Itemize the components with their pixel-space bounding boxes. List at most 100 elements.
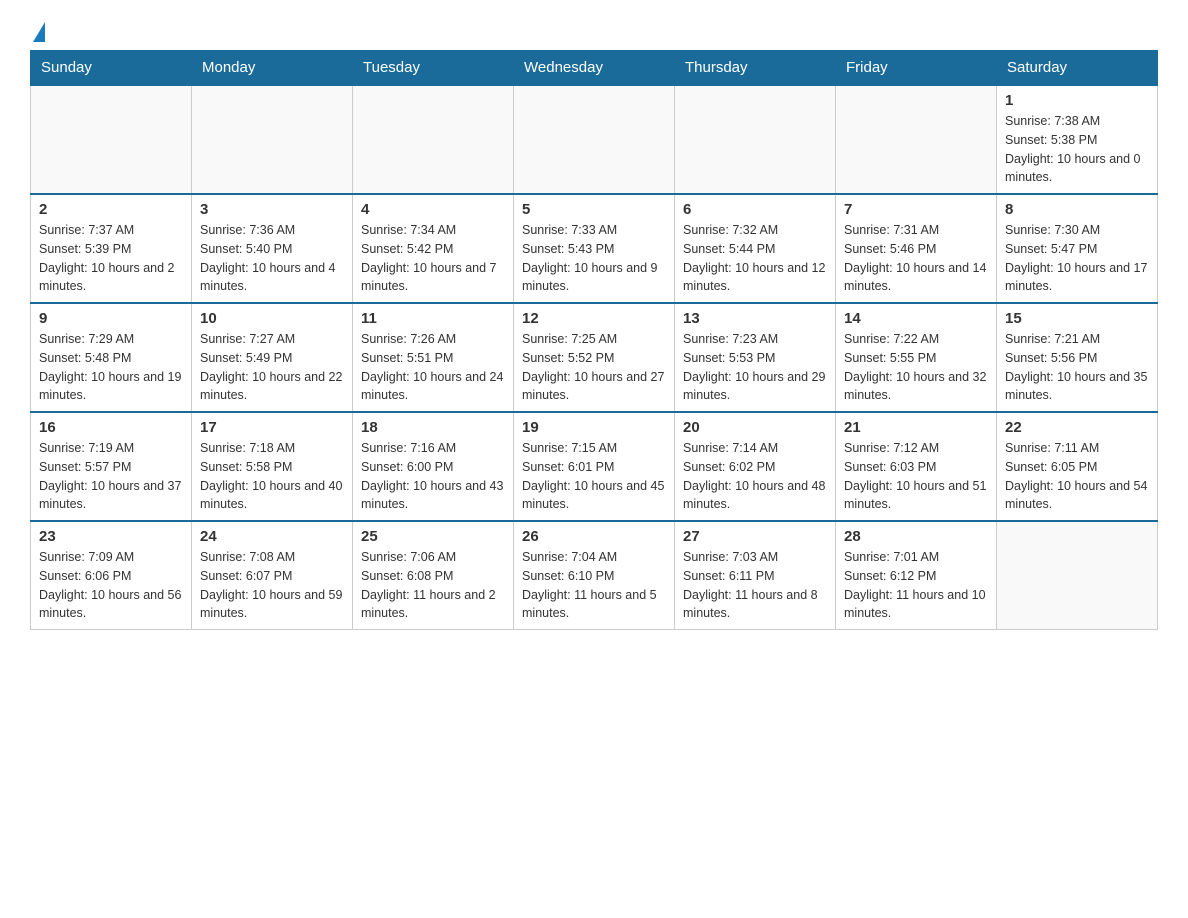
day-number: 18	[361, 419, 505, 436]
calendar-cell: 9 Sunrise: 7:29 AMSunset: 5:48 PMDaylight…	[31, 303, 192, 412]
day-info: Sunrise: 7:14 AMSunset: 6:02 PMDaylight:…	[683, 439, 827, 514]
day-number: 5	[522, 201, 666, 218]
calendar-cell: 1 Sunrise: 7:38 AMSunset: 5:38 PMDaylight…	[997, 85, 1158, 194]
day-info: Sunrise: 7:29 AMSunset: 5:48 PMDaylight:…	[39, 330, 183, 405]
day-info: Sunrise: 7:23 AMSunset: 5:53 PMDaylight:…	[683, 330, 827, 405]
calendar-cell: 12 Sunrise: 7:25 AMSunset: 5:52 PMDayligh…	[514, 303, 675, 412]
column-header-wednesday: Wednesday	[514, 51, 675, 86]
day-info: Sunrise: 7:27 AMSunset: 5:49 PMDaylight:…	[200, 330, 344, 405]
calendar-week-row: 23Sunrise: 7:09 AMSunset: 6:06 PMDayligh…	[31, 521, 1158, 630]
day-info: Sunrise: 7:34 AMSunset: 5:42 PMDaylight:…	[361, 221, 505, 296]
calendar-cell: 20 Sunrise: 7:14 AMSunset: 6:02 PMDayligh…	[675, 412, 836, 521]
day-info: Sunrise: 7:15 AMSunset: 6:01 PMDaylight:…	[522, 439, 666, 514]
column-header-tuesday: Tuesday	[353, 51, 514, 86]
calendar-cell: 3 Sunrise: 7:36 AMSunset: 5:40 PMDaylight…	[192, 194, 353, 303]
day-number: 13	[683, 310, 827, 327]
calendar-cell: 25 Sunrise: 7:06 AMSunset: 6:08 PMDayligh…	[353, 521, 514, 630]
calendar-cell: 17 Sunrise: 7:18 AMSunset: 5:58 PMDayligh…	[192, 412, 353, 521]
day-info: Sunrise: 7:30 AMSunset: 5:47 PMDaylight:…	[1005, 221, 1149, 296]
day-info: Sunrise: 7:21 AMSunset: 5:56 PMDaylight:…	[1005, 330, 1149, 405]
day-info: Sunrise: 7:33 AMSunset: 5:43 PMDaylight:…	[522, 221, 666, 296]
day-info: Sunrise: 7:06 AMSunset: 6:08 PMDaylight:…	[361, 548, 505, 623]
calendar-cell: 11 Sunrise: 7:26 AMSunset: 5:51 PMDayligh…	[353, 303, 514, 412]
day-number: 17	[200, 419, 344, 436]
day-number: 21	[844, 419, 988, 436]
day-info: Sunrise: 7:18 AMSunset: 5:58 PMDaylight:…	[200, 439, 344, 514]
day-number: 14	[844, 310, 988, 327]
day-number: 9	[39, 310, 183, 327]
day-number: 4	[361, 201, 505, 218]
day-number: 23	[39, 528, 183, 545]
day-info: Sunrise: 7:32 AMSunset: 5:44 PMDaylight:…	[683, 221, 827, 296]
day-info: Sunrise: 7:26 AMSunset: 5:51 PMDaylight:…	[361, 330, 505, 405]
day-number: 15	[1005, 310, 1149, 327]
day-info: Sunrise: 7:01 AMSunset: 6:12 PMDaylight:…	[844, 548, 988, 623]
calendar-cell: 18 Sunrise: 7:16 AMSunset: 6:00 PMDayligh…	[353, 412, 514, 521]
calendar-cell	[997, 521, 1158, 630]
calendar-cell: 27Sunrise: 7:03 AMSunset: 6:11 PMDayligh…	[675, 521, 836, 630]
day-info: Sunrise: 7:11 AMSunset: 6:05 PMDaylight:…	[1005, 439, 1149, 514]
calendar-cell: 6Sunrise: 7:32 AMSunset: 5:44 PMDaylight…	[675, 194, 836, 303]
calendar-cell	[353, 85, 514, 194]
page-header	[30, 20, 1158, 40]
calendar-cell	[514, 85, 675, 194]
calendar-cell: 21 Sunrise: 7:12 AMSunset: 6:03 PMDayligh…	[836, 412, 997, 521]
day-info: Sunrise: 7:19 AMSunset: 5:57 PMDaylight:…	[39, 439, 183, 514]
day-info: Sunrise: 7:03 AMSunset: 6:11 PMDaylight:…	[683, 548, 827, 623]
calendar-cell: 15 Sunrise: 7:21 AMSunset: 5:56 PMDayligh…	[997, 303, 1158, 412]
day-number: 3	[200, 201, 344, 218]
logo-triangle-icon	[33, 22, 45, 42]
calendar-cell	[31, 85, 192, 194]
day-info: Sunrise: 7:12 AMSunset: 6:03 PMDaylight:…	[844, 439, 988, 514]
calendar-cell: 24 Sunrise: 7:08 AMSunset: 6:07 PMDayligh…	[192, 521, 353, 630]
column-header-saturday: Saturday	[997, 51, 1158, 86]
calendar-cell: 2Sunrise: 7:37 AMSunset: 5:39 PMDaylight…	[31, 194, 192, 303]
calendar-cell: 16Sunrise: 7:19 AMSunset: 5:57 PMDayligh…	[31, 412, 192, 521]
day-info: Sunrise: 7:08 AMSunset: 6:07 PMDaylight:…	[200, 548, 344, 623]
calendar-cell: 8 Sunrise: 7:30 AMSunset: 5:47 PMDaylight…	[997, 194, 1158, 303]
calendar-week-row: 2Sunrise: 7:37 AMSunset: 5:39 PMDaylight…	[31, 194, 1158, 303]
logo	[30, 20, 45, 40]
calendar-cell: 4 Sunrise: 7:34 AMSunset: 5:42 PMDaylight…	[353, 194, 514, 303]
day-number: 11	[361, 310, 505, 327]
day-number: 8	[1005, 201, 1149, 218]
day-number: 24	[200, 528, 344, 545]
calendar-cell: 13 Sunrise: 7:23 AMSunset: 5:53 PMDayligh…	[675, 303, 836, 412]
calendar-table: SundayMondayTuesdayWednesdayThursdayFrid…	[30, 50, 1158, 630]
day-number: 19	[522, 419, 666, 436]
day-number: 26	[522, 528, 666, 545]
day-info: Sunrise: 7:38 AMSunset: 5:38 PMDaylight:…	[1005, 112, 1149, 187]
calendar-cell: 23Sunrise: 7:09 AMSunset: 6:06 PMDayligh…	[31, 521, 192, 630]
day-number: 20	[683, 419, 827, 436]
calendar-week-row: 1 Sunrise: 7:38 AMSunset: 5:38 PMDaylight…	[31, 85, 1158, 194]
day-info: Sunrise: 7:31 AMSunset: 5:46 PMDaylight:…	[844, 221, 988, 296]
day-number: 22	[1005, 419, 1149, 436]
calendar-cell	[675, 85, 836, 194]
calendar-cell: 28 Sunrise: 7:01 AMSunset: 6:12 PMDayligh…	[836, 521, 997, 630]
day-number: 10	[200, 310, 344, 327]
calendar-cell	[836, 85, 997, 194]
day-number: 7	[844, 201, 988, 218]
calendar-cell: 7 Sunrise: 7:31 AMSunset: 5:46 PMDaylight…	[836, 194, 997, 303]
day-number: 28	[844, 528, 988, 545]
day-number: 2	[39, 201, 183, 218]
column-header-monday: Monday	[192, 51, 353, 86]
day-info: Sunrise: 7:04 AMSunset: 6:10 PMDaylight:…	[522, 548, 666, 623]
column-header-sunday: Sunday	[31, 51, 192, 86]
calendar-cell: 10 Sunrise: 7:27 AMSunset: 5:49 PMDayligh…	[192, 303, 353, 412]
calendar-week-row: 16Sunrise: 7:19 AMSunset: 5:57 PMDayligh…	[31, 412, 1158, 521]
calendar-cell: 26 Sunrise: 7:04 AMSunset: 6:10 PMDayligh…	[514, 521, 675, 630]
calendar-cell: 22 Sunrise: 7:11 AMSunset: 6:05 PMDayligh…	[997, 412, 1158, 521]
calendar-cell: 14 Sunrise: 7:22 AMSunset: 5:55 PMDayligh…	[836, 303, 997, 412]
calendar-header-row: SundayMondayTuesdayWednesdayThursdayFrid…	[31, 51, 1158, 86]
day-number: 1	[1005, 92, 1149, 109]
day-info: Sunrise: 7:36 AMSunset: 5:40 PMDaylight:…	[200, 221, 344, 296]
day-number: 12	[522, 310, 666, 327]
column-header-thursday: Thursday	[675, 51, 836, 86]
day-info: Sunrise: 7:25 AMSunset: 5:52 PMDaylight:…	[522, 330, 666, 405]
calendar-cell	[192, 85, 353, 194]
day-info: Sunrise: 7:22 AMSunset: 5:55 PMDaylight:…	[844, 330, 988, 405]
day-number: 25	[361, 528, 505, 545]
day-info: Sunrise: 7:16 AMSunset: 6:00 PMDaylight:…	[361, 439, 505, 514]
calendar-cell: 5 Sunrise: 7:33 AMSunset: 5:43 PMDaylight…	[514, 194, 675, 303]
